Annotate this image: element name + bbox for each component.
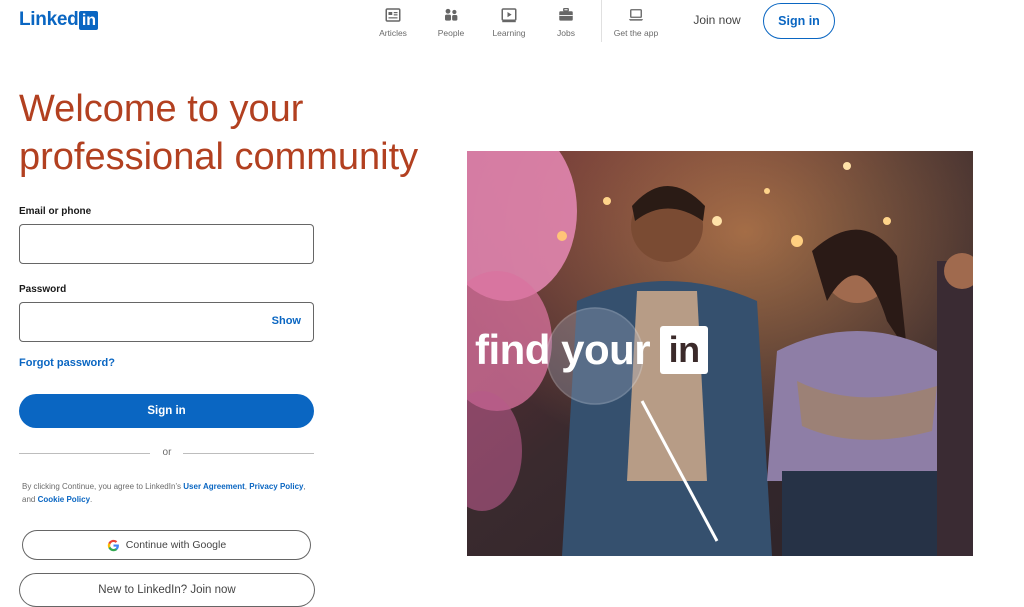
nav-people-label: People	[437, 28, 465, 38]
logo-in-box: in	[79, 10, 99, 30]
nav-articles[interactable]: Articles	[369, 6, 417, 40]
laptop-icon	[628, 9, 644, 21]
hero-image: find your in	[467, 151, 973, 556]
email-field[interactable]	[20, 225, 313, 263]
user-agreement-link[interactable]: User Agreement	[183, 482, 245, 491]
nav-get-app-label: Get the app	[613, 28, 659, 38]
learning-icon	[501, 8, 517, 23]
legal-prefix: By clicking Continue, you agree to Linke…	[22, 482, 184, 491]
password-field[interactable]	[20, 303, 313, 341]
find-your-in-overlay: find your in	[475, 326, 709, 374]
sign-in-button[interactable]: Sign in	[19, 394, 314, 428]
hero-title-line-1: Welcome to your	[19, 88, 304, 130]
nav-learning[interactable]: Learning	[485, 6, 533, 40]
privacy-policy-link[interactable]: Privacy Policy	[249, 482, 303, 491]
hero-title-line-2: professional community	[19, 136, 419, 178]
overlay-text: find your	[475, 326, 651, 373]
articles-icon	[385, 8, 401, 22]
nav-get-app[interactable]: Get the app	[611, 6, 661, 40]
hero-title: Welcome to your professional community	[19, 85, 439, 181]
divider-right	[183, 453, 314, 454]
overlay-in-box: in	[660, 326, 709, 374]
logo-text: Linked	[19, 9, 79, 30]
password-label: Password	[19, 284, 67, 295]
nav-jobs[interactable]: Jobs	[542, 6, 590, 40]
continue-with-google-button[interactable]: Continue with Google	[22, 530, 311, 560]
nav-learning-label: Learning	[492, 28, 526, 38]
divider-left	[19, 453, 150, 454]
or-divider-text: or	[162, 447, 172, 458]
nav-people[interactable]: People	[427, 6, 475, 40]
forgot-password-link[interactable]: Forgot password?	[19, 357, 115, 369]
google-button-label: Continue with Google	[125, 539, 227, 551]
nav-divider	[601, 0, 602, 42]
nav-articles-label: Articles	[379, 28, 407, 38]
join-now-link[interactable]: Join now	[685, 10, 749, 30]
google-icon	[107, 539, 119, 551]
nav-jobs-label: Jobs	[557, 28, 575, 38]
people-icon	[445, 8, 458, 21]
cookie-policy-link[interactable]: Cookie Policy	[38, 495, 90, 504]
jobs-icon	[559, 7, 573, 21]
legal-end: .	[90, 495, 93, 504]
show-password-button[interactable]: Show	[272, 315, 301, 327]
join-now-button[interactable]: New to LinkedIn? Join now	[19, 573, 315, 607]
email-label: Email or phone	[19, 206, 92, 217]
password-field-wrapper: Show	[19, 302, 314, 342]
top-nav: Linked in Articles People Learning Jobs …	[0, 0, 1024, 44]
header-sign-in-button[interactable]: Sign in	[763, 3, 835, 39]
email-field-wrapper	[19, 224, 314, 264]
linkedin-logo[interactable]: Linked in	[19, 9, 99, 31]
legal-text: By clicking Continue, you agree to Linke…	[22, 480, 312, 506]
